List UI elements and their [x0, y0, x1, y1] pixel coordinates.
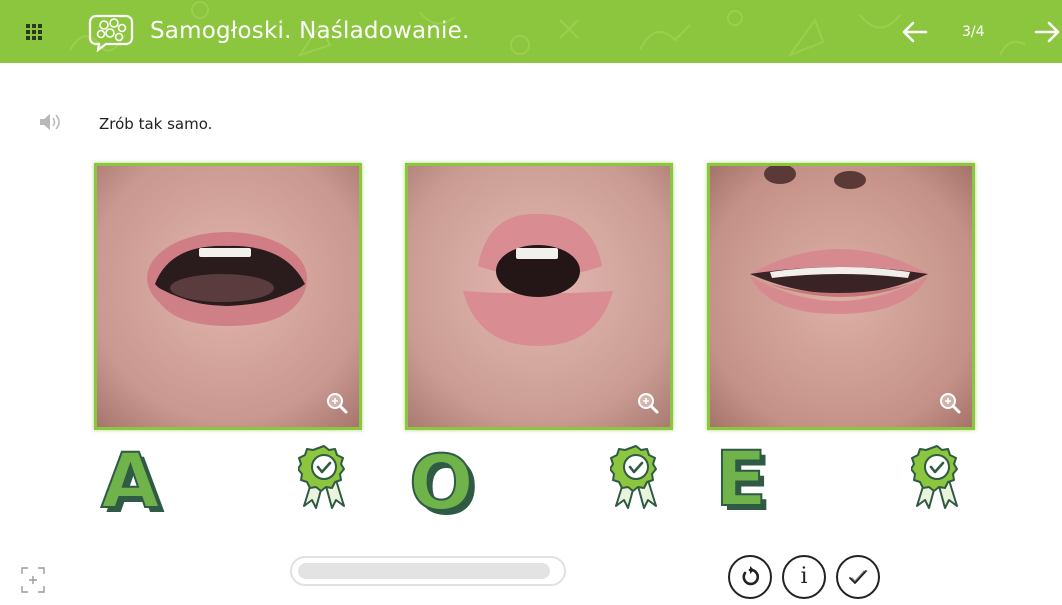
- progress-bar: [290, 556, 566, 586]
- mouth-card-a[interactable]: [94, 163, 362, 430]
- svg-text:A: A: [101, 440, 160, 520]
- speech-bubble-icon: [88, 14, 134, 52]
- fullscreen-button[interactable]: [20, 566, 46, 594]
- arrow-left-icon: [902, 21, 928, 43]
- letter-e: E E: [714, 440, 772, 520]
- letter-a: A A: [100, 440, 165, 520]
- mouth-card-e[interactable]: [707, 163, 975, 430]
- check-icon: [849, 570, 867, 584]
- letter-o: O O: [408, 440, 476, 520]
- instruction-text: Zrób tak samo.: [99, 115, 213, 133]
- fullscreen-icon: [21, 567, 45, 593]
- check-button[interactable]: [836, 555, 880, 599]
- arrow-right-icon: [1034, 21, 1060, 43]
- reset-icon: [742, 566, 760, 586]
- svg-text:E: E: [715, 440, 767, 520]
- menu-grid-button[interactable]: [22, 20, 46, 44]
- play-instruction-button[interactable]: [37, 112, 63, 132]
- check-badge-icon: [298, 445, 345, 509]
- check-badge-icon: [911, 445, 958, 509]
- mouth-photo-e: [710, 166, 972, 427]
- page-title: Samogłoski. Naśladowanie.: [150, 18, 470, 44]
- exercise-page: Samogłoski. Naśladowanie. 3/4 Zrób tak s…: [0, 0, 1062, 605]
- zoom-in-icon[interactable]: [325, 391, 349, 415]
- info-label: i: [800, 564, 808, 589]
- grid-icon: [26, 24, 42, 40]
- speaker-icon: [40, 114, 60, 130]
- reset-button[interactable]: [728, 555, 772, 599]
- progress-fill: [298, 563, 550, 579]
- page-indicator: 3/4: [962, 24, 985, 40]
- zoom-in-icon[interactable]: [938, 391, 962, 415]
- mouth-photo-a: [97, 166, 359, 427]
- mouth-card-o[interactable]: [405, 163, 673, 430]
- svg-text:O: O: [409, 440, 474, 520]
- previous-page-button[interactable]: [900, 18, 930, 46]
- mouth-photo-o: [408, 166, 670, 427]
- header-bar: Samogłoski. Naśladowanie. 3/4: [0, 0, 1062, 63]
- zoom-in-icon[interactable]: [636, 391, 660, 415]
- check-badge-icon: [610, 445, 657, 509]
- next-page-button[interactable]: [1032, 18, 1062, 46]
- info-button[interactable]: i: [782, 555, 826, 599]
